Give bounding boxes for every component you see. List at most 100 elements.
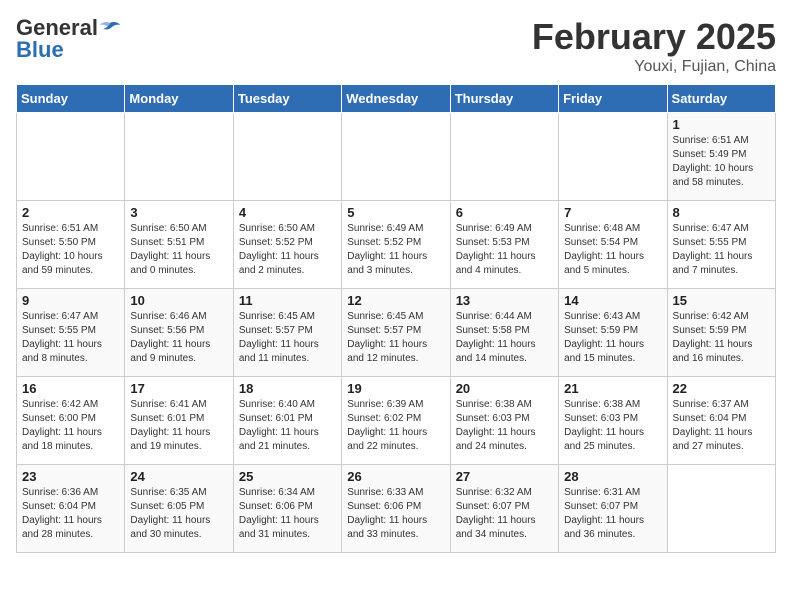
day-number: 12: [347, 293, 444, 308]
day-number: 1: [673, 117, 770, 132]
calendar-cell: 26 Sunrise: 6:33 AM Sunset: 6:06 PM Dayli…: [342, 465, 450, 553]
day-number: 21: [564, 381, 661, 396]
calendar-cell: 24 Sunrise: 6:35 AM Sunset: 6:05 PM Dayli…: [125, 465, 233, 553]
day-number: 19: [347, 381, 444, 396]
calendar-cell: 9 Sunrise: 6:47 AM Sunset: 5:55 PM Daylig…: [17, 289, 125, 377]
day-detail: Sunrise: 6:35 AM Sunset: 6:05 PM Dayligh…: [130, 486, 227, 542]
day-number: 7: [564, 205, 661, 220]
weekday-header-sunday: Sunday: [17, 85, 125, 113]
calendar-cell: 15 Sunrise: 6:42 AM Sunset: 5:59 PM Dayli…: [667, 289, 775, 377]
day-detail: Sunrise: 6:42 AM Sunset: 5:59 PM Dayligh…: [673, 310, 770, 366]
calendar-cell: 14 Sunrise: 6:43 AM Sunset: 5:59 PM Dayli…: [559, 289, 667, 377]
day-number: 16: [22, 381, 119, 396]
day-detail: Sunrise: 6:49 AM Sunset: 5:53 PM Dayligh…: [456, 222, 553, 278]
week-row-3: 9 Sunrise: 6:47 AM Sunset: 5:55 PM Daylig…: [17, 289, 776, 377]
calendar-cell: 11Sunrise: 6:45 AM Sunset: 5:57 PM Dayli…: [233, 289, 341, 377]
day-number: 20: [456, 381, 553, 396]
logo-blue-text: Blue: [16, 38, 64, 62]
calendar-cell: 22 Sunrise: 6:37 AM Sunset: 6:04 PM Dayli…: [667, 377, 775, 465]
calendar-cell: 18 Sunrise: 6:40 AM Sunset: 6:01 PM Dayli…: [233, 377, 341, 465]
calendar-cell: [17, 113, 125, 201]
day-detail: Sunrise: 6:42 AM Sunset: 6:00 PM Dayligh…: [22, 398, 119, 454]
page-header: General Blue February 2025 Youxi, Fujian…: [16, 16, 776, 76]
day-number: 2: [22, 205, 119, 220]
calendar-cell: [559, 113, 667, 201]
day-number: 6: [456, 205, 553, 220]
day-detail: Sunrise: 6:46 AM Sunset: 5:56 PM Dayligh…: [130, 310, 227, 366]
calendar-cell: 28 Sunrise: 6:31 AM Sunset: 6:07 PM Dayli…: [559, 465, 667, 553]
calendar-cell: [125, 113, 233, 201]
day-detail: Sunrise: 6:38 AM Sunset: 6:03 PM Dayligh…: [456, 398, 553, 454]
day-number: 10: [130, 293, 227, 308]
day-detail: Sunrise: 6:51 AM Sunset: 5:49 PM Dayligh…: [673, 134, 770, 190]
day-detail: Sunrise: 6:45 AM Sunset: 5:57 PM Dayligh…: [239, 310, 336, 366]
day-number: 28: [564, 469, 661, 484]
calendar-cell: 6 Sunrise: 6:49 AM Sunset: 5:53 PM Daylig…: [450, 201, 558, 289]
day-detail: Sunrise: 6:47 AM Sunset: 5:55 PM Dayligh…: [22, 310, 119, 366]
calendar-title: February 2025: [532, 16, 776, 58]
day-detail: Sunrise: 6:50 AM Sunset: 5:51 PM Dayligh…: [130, 222, 227, 278]
day-detail: Sunrise: 6:36 AM Sunset: 6:04 PM Dayligh…: [22, 486, 119, 542]
week-row-5: 23Sunrise: 6:36 AM Sunset: 6:04 PM Dayli…: [17, 465, 776, 553]
week-row-1: 1 Sunrise: 6:51 AM Sunset: 5:49 PM Daylig…: [17, 113, 776, 201]
day-number: 15: [673, 293, 770, 308]
logo: General Blue: [16, 16, 121, 62]
day-detail: Sunrise: 6:45 AM Sunset: 5:57 PM Dayligh…: [347, 310, 444, 366]
calendar-cell: 7 Sunrise: 6:48 AM Sunset: 5:54 PM Daylig…: [559, 201, 667, 289]
calendar-cell: 5Sunrise: 6:49 AM Sunset: 5:52 PM Daylig…: [342, 201, 450, 289]
day-number: 26: [347, 469, 444, 484]
calendar-cell: 2 Sunrise: 6:51 AM Sunset: 5:50 PM Daylig…: [17, 201, 125, 289]
calendar-cell: 10 Sunrise: 6:46 AM Sunset: 5:56 PM Dayli…: [125, 289, 233, 377]
calendar-cell: 8 Sunrise: 6:47 AM Sunset: 5:55 PM Daylig…: [667, 201, 775, 289]
week-row-4: 16 Sunrise: 6:42 AM Sunset: 6:00 PM Dayli…: [17, 377, 776, 465]
day-detail: Sunrise: 6:47 AM Sunset: 5:55 PM Dayligh…: [673, 222, 770, 278]
day-number: 27: [456, 469, 553, 484]
weekday-header-thursday: Thursday: [450, 85, 558, 113]
day-detail: Sunrise: 6:33 AM Sunset: 6:06 PM Dayligh…: [347, 486, 444, 542]
day-number: 9: [22, 293, 119, 308]
calendar-cell: 21 Sunrise: 6:38 AM Sunset: 6:03 PM Dayli…: [559, 377, 667, 465]
day-detail: Sunrise: 6:48 AM Sunset: 5:54 PM Dayligh…: [564, 222, 661, 278]
logo-bird-icon: [99, 21, 121, 37]
calendar-cell: 19Sunrise: 6:39 AM Sunset: 6:02 PM Dayli…: [342, 377, 450, 465]
day-detail: Sunrise: 6:41 AM Sunset: 6:01 PM Dayligh…: [130, 398, 227, 454]
weekday-header-wednesday: Wednesday: [342, 85, 450, 113]
day-number: 18: [239, 381, 336, 396]
weekday-header-saturday: Saturday: [667, 85, 775, 113]
day-number: 24: [130, 469, 227, 484]
day-number: 8: [673, 205, 770, 220]
day-detail: Sunrise: 6:43 AM Sunset: 5:59 PM Dayligh…: [564, 310, 661, 366]
day-detail: Sunrise: 6:34 AM Sunset: 6:06 PM Dayligh…: [239, 486, 336, 542]
day-number: 3: [130, 205, 227, 220]
day-number: 17: [130, 381, 227, 396]
calendar-cell: [450, 113, 558, 201]
day-number: 25: [239, 469, 336, 484]
day-number: 22: [673, 381, 770, 396]
calendar-cell: 4Sunrise: 6:50 AM Sunset: 5:52 PM Daylig…: [233, 201, 341, 289]
calendar-cell: 12 Sunrise: 6:45 AM Sunset: 5:57 PM Dayli…: [342, 289, 450, 377]
day-number: 13: [456, 293, 553, 308]
day-detail: Sunrise: 6:37 AM Sunset: 6:04 PM Dayligh…: [673, 398, 770, 454]
calendar-cell: [342, 113, 450, 201]
week-row-2: 2 Sunrise: 6:51 AM Sunset: 5:50 PM Daylig…: [17, 201, 776, 289]
title-area: February 2025 Youxi, Fujian, China: [532, 16, 776, 76]
day-number: 14: [564, 293, 661, 308]
calendar-cell: 20 Sunrise: 6:38 AM Sunset: 6:03 PM Dayli…: [450, 377, 558, 465]
calendar-cell: 23Sunrise: 6:36 AM Sunset: 6:04 PM Dayli…: [17, 465, 125, 553]
calendar-cell: [667, 465, 775, 553]
day-detail: Sunrise: 6:44 AM Sunset: 5:58 PM Dayligh…: [456, 310, 553, 366]
day-detail: Sunrise: 6:40 AM Sunset: 6:01 PM Dayligh…: [239, 398, 336, 454]
day-detail: Sunrise: 6:38 AM Sunset: 6:03 PM Dayligh…: [564, 398, 661, 454]
weekday-header-monday: Monday: [125, 85, 233, 113]
calendar-subtitle: Youxi, Fujian, China: [532, 58, 776, 76]
calendar-cell: 27Sunrise: 6:32 AM Sunset: 6:07 PM Dayli…: [450, 465, 558, 553]
day-number: 4: [239, 205, 336, 220]
weekday-header-tuesday: Tuesday: [233, 85, 341, 113]
weekday-header-row: SundayMondayTuesdayWednesdayThursdayFrid…: [17, 85, 776, 113]
calendar-cell: 13 Sunrise: 6:44 AM Sunset: 5:58 PM Dayli…: [450, 289, 558, 377]
calendar-cell: 17 Sunrise: 6:41 AM Sunset: 6:01 PM Dayli…: [125, 377, 233, 465]
weekday-header-friday: Friday: [559, 85, 667, 113]
day-detail: Sunrise: 6:51 AM Sunset: 5:50 PM Dayligh…: [22, 222, 119, 278]
calendar-cell: 25 Sunrise: 6:34 AM Sunset: 6:06 PM Dayli…: [233, 465, 341, 553]
day-detail: Sunrise: 6:31 AM Sunset: 6:07 PM Dayligh…: [564, 486, 661, 542]
